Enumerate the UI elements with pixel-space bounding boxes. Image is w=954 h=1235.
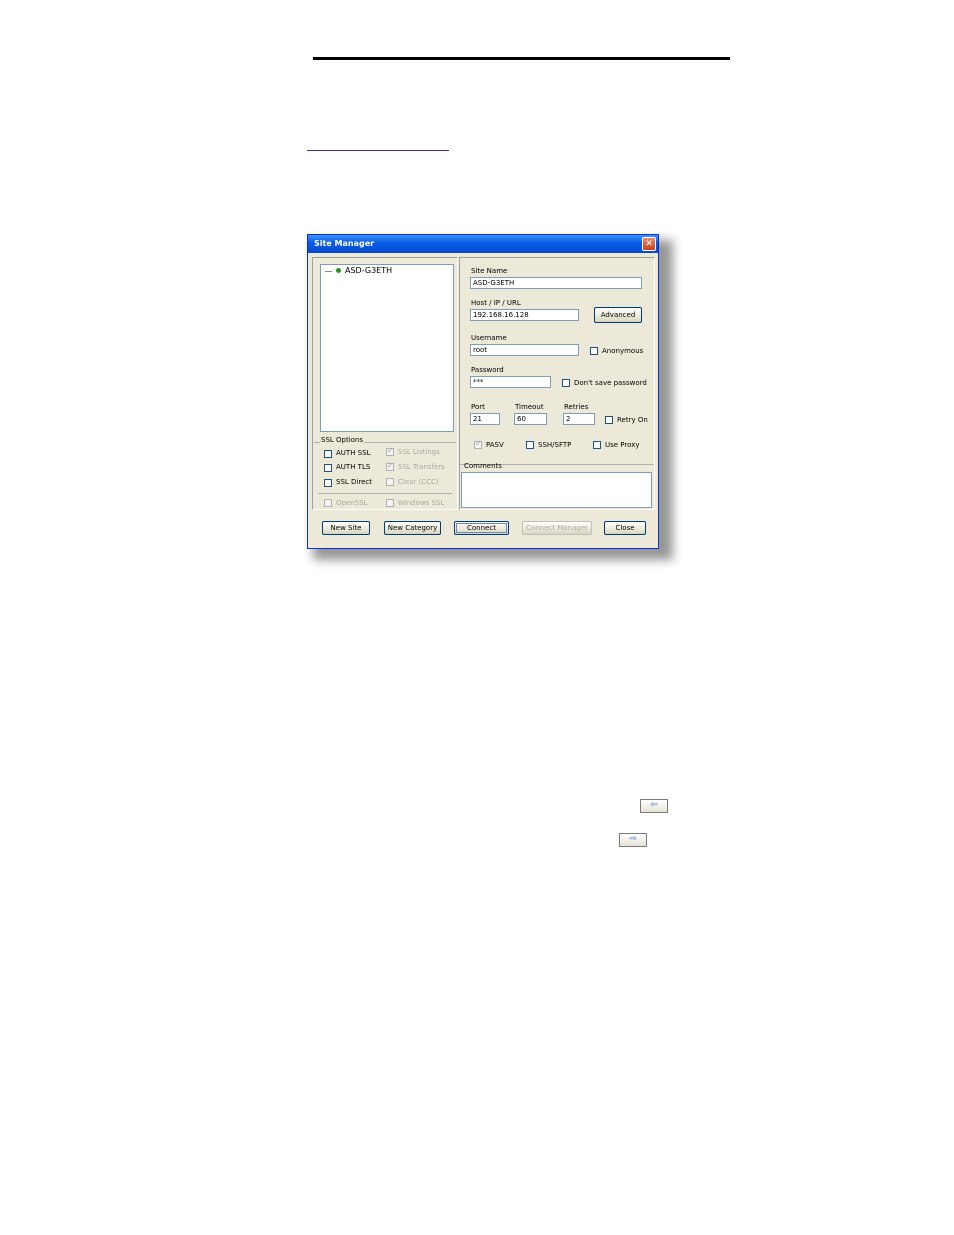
timeout-field[interactable]: 60 (514, 413, 547, 425)
host-label: Host / IP / URL (471, 299, 521, 307)
timeout-label: Timeout (515, 403, 544, 411)
site-name-field[interactable]: ASD-G3ETH (470, 277, 642, 289)
title-bar[interactable]: Site Manager ✕ (308, 235, 658, 253)
retries-field[interactable]: 2 (563, 413, 595, 425)
new-site-button[interactable]: New Site (322, 521, 370, 535)
clear-ccc-checkbox[interactable] (386, 478, 394, 486)
left-arrow-icon[interactable]: ⇦ (640, 799, 668, 813)
auth-ssl-checkbox[interactable] (324, 450, 332, 458)
ssh-sftp-label: SSH/SFTP (538, 441, 572, 449)
windows-ssl-label: Windows SSL (398, 499, 445, 507)
connect-button[interactable]: Connect (454, 521, 509, 535)
windows-ssl-checkbox[interactable] (386, 499, 394, 507)
retries-label: Retries (564, 403, 589, 411)
ssl-listings-checkbox[interactable] (386, 446, 394, 456)
site-node-icon (336, 268, 341, 273)
ssl-listings-label: SSL Listings (398, 448, 440, 456)
host-field[interactable]: 192.168.16.128 (470, 309, 579, 321)
close-button[interactable]: Close (604, 521, 646, 535)
tree-item-site[interactable]: ASD-G3ETH (345, 266, 392, 275)
ssl-direct-checkbox[interactable] (324, 479, 332, 487)
openssl-checkbox[interactable] (324, 499, 332, 507)
ssl-transfers-checkbox[interactable] (386, 461, 394, 471)
pasv-label: PASV (486, 441, 504, 449)
clear-ccc-label: Clear (CCC) (398, 478, 439, 486)
ssl-direct-label: SSL Direct (336, 478, 372, 486)
connect-manager-button[interactable]: Connect Manager (522, 521, 592, 535)
ssh-sftp-checkbox[interactable] (526, 441, 534, 449)
anonymous-checkbox[interactable] (590, 347, 598, 355)
site-name-label: Site Name (471, 267, 508, 275)
password-label: Password (471, 366, 504, 374)
dont-save-password-checkbox[interactable] (562, 379, 570, 387)
port-label: Port (471, 403, 485, 411)
close-icon[interactable]: ✕ (642, 237, 656, 251)
auth-tls-label: AUTH TLS (336, 463, 371, 471)
tree-connector (325, 271, 332, 272)
password-field[interactable]: *** (470, 376, 551, 388)
top-rule (313, 57, 730, 60)
ssl-separator (318, 493, 452, 494)
ssl-options-label: SSL Options (320, 436, 365, 444)
right-arrow-icon[interactable]: ⇨ (619, 833, 647, 847)
pasv-checkbox[interactable] (474, 439, 482, 449)
site-manager-window: Site Manager ✕ ASD-G3ETH SSL Options AUT… (307, 234, 659, 549)
window-title: Site Manager (314, 239, 375, 248)
anonymous-label: Anonymous (602, 347, 644, 355)
retry-on-checkbox[interactable] (605, 416, 613, 424)
auth-tls-checkbox[interactable] (324, 464, 332, 472)
advanced-button[interactable]: Advanced (594, 307, 642, 323)
site-tree[interactable]: ASD-G3ETH (320, 264, 454, 432)
comments-field[interactable] (461, 472, 652, 508)
openssl-label: OpenSSL (336, 499, 368, 507)
comments-label: Comments (464, 462, 502, 470)
hyperlink-underline[interactable] (307, 150, 449, 151)
dont-save-password-label: Don't save password (574, 379, 647, 387)
retry-on-label: Retry On (617, 416, 648, 424)
ssl-transfers-label: SSL Transfers (398, 463, 445, 471)
use-proxy-label: Use Proxy (605, 441, 640, 449)
new-category-button[interactable]: New Category (384, 521, 441, 535)
auth-ssl-label: AUTH SSL (336, 449, 371, 457)
username-field[interactable]: root (470, 344, 579, 356)
port-field[interactable]: 21 (470, 413, 500, 425)
username-label: Username (471, 334, 507, 342)
use-proxy-checkbox[interactable] (593, 441, 601, 449)
